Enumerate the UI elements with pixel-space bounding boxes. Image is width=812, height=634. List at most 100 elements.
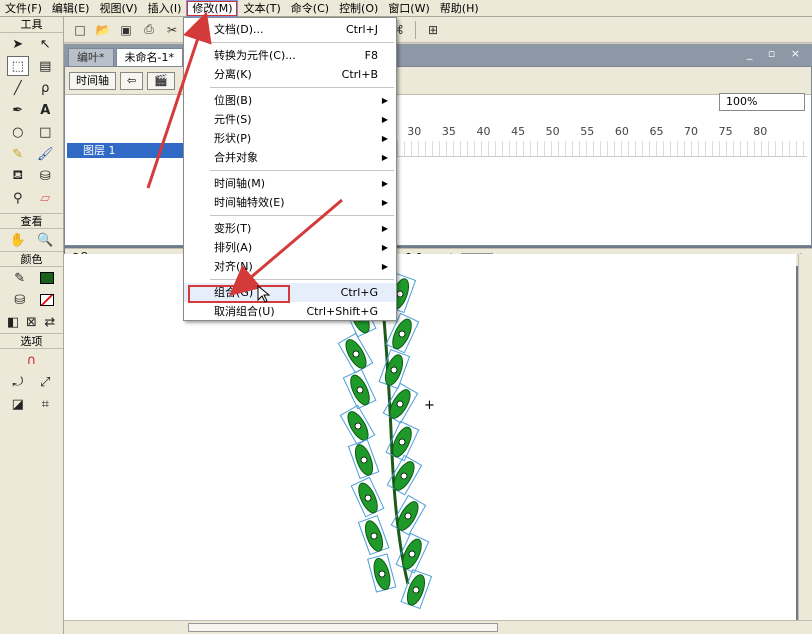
cut-icon[interactable]: ✂: [162, 20, 182, 40]
group-highlight-box: [188, 285, 290, 303]
free-transform-icon[interactable]: ⬚: [6, 56, 29, 76]
doc-tab-untitled[interactable]: 未命名-1*: [115, 48, 183, 66]
scale-icon[interactable]: ⤢: [34, 372, 56, 392]
ruler-tick: 75: [718, 125, 733, 138]
timeline-toggle-button[interactable]: 时间轴: [69, 71, 116, 90]
doc-tab-leaf[interactable]: 编叶*: [68, 48, 114, 66]
ruler-tick: 60: [614, 125, 629, 138]
distort-icon[interactable]: ◪: [7, 394, 29, 414]
eyedropper-icon[interactable]: ⚲: [7, 188, 29, 208]
eraser-icon[interactable]: ▱: [34, 188, 56, 208]
submenu-arrow-icon: ▶: [381, 224, 388, 233]
menu-document[interactable]: 文档(D)... Ctrl+J: [184, 20, 396, 39]
menu-timeline[interactable]: 时间轴(M) ▶: [184, 174, 396, 193]
no-color-icon[interactable]: ⊠: [22, 312, 40, 332]
pencil-icon[interactable]: ✎: [7, 144, 29, 164]
menu-file[interactable]: 文件(F): [0, 0, 47, 17]
swap-colors-icon[interactable]: ⇄: [41, 312, 59, 332]
menu-edit[interactable]: 编辑(E): [47, 0, 95, 17]
registration-point-icon: [356, 386, 364, 394]
menu-timeline-effects[interactable]: 时间轴特效(E) ▶: [184, 193, 396, 212]
options-section-label: 选项: [0, 333, 63, 349]
rotate-skew-icon[interactable]: ⤾: [7, 372, 29, 392]
registration-point-icon: [378, 570, 386, 578]
menu-break-apart[interactable]: 分离(K) Ctrl+B: [184, 65, 396, 84]
print-icon[interactable]: ⎙: [139, 20, 159, 40]
frame-cells[interactable]: [397, 141, 807, 157]
submenu-arrow-icon: ▶: [381, 115, 388, 124]
menu-commands[interactable]: 命令(C): [286, 0, 334, 17]
menu-help[interactable]: 帮助(H): [435, 0, 484, 17]
brush-icon[interactable]: 🖌: [34, 144, 56, 164]
align-icon[interactable]: ⊞: [423, 20, 443, 40]
horizontal-scrollbar[interactable]: [64, 620, 812, 634]
pen-tool-icon[interactable]: ✒: [7, 100, 29, 120]
zoom-select[interactable]: 100%: [719, 93, 805, 111]
menu-ungroup[interactable]: 取消组合(U) Ctrl+Shift+G: [184, 302, 396, 321]
menu-separator: [210, 42, 394, 43]
gradient-transform-icon[interactable]: ▤: [34, 56, 56, 76]
ruler-tick: 65: [649, 125, 664, 138]
oval-tool-icon[interactable]: ○: [7, 122, 29, 142]
hand-tool-icon[interactable]: ✋: [7, 230, 29, 250]
menu-view[interactable]: 视图(V): [94, 0, 142, 17]
envelope-icon[interactable]: ⌗: [34, 394, 56, 414]
default-colors-icon[interactable]: ◧: [4, 312, 22, 332]
fill-color-swatch[interactable]: [40, 294, 55, 306]
back-arrow-icon[interactable]: ⇦: [120, 71, 144, 90]
stroke-color-icon[interactable]: ✎: [9, 268, 31, 288]
view-section-label: 查看: [0, 213, 63, 229]
selection-arrow-icon[interactable]: ➤: [7, 34, 29, 54]
rectangle-tool-icon[interactable]: □: [34, 122, 56, 142]
submenu-arrow-icon: ▶: [381, 198, 388, 207]
main-toolbar: □ 📂 ▣ ⎙ ✂ ⌘ ⊞: [64, 17, 812, 43]
menu-transform[interactable]: 变形(T) ▶: [184, 219, 396, 238]
lasso-icon[interactable]: ρ: [34, 78, 56, 98]
magnet-snap-icon[interactable]: ∩: [21, 350, 43, 370]
menu-align[interactable]: 对齐(N) ▶: [184, 257, 396, 276]
menu-text[interactable]: 文本(T): [238, 0, 285, 17]
hscroll-thumb[interactable]: [188, 623, 498, 632]
ink-bottle-icon[interactable]: ⛾: [7, 166, 29, 186]
scene-icon[interactable]: 🎬: [147, 71, 175, 90]
vertical-scrollbar[interactable]: [798, 254, 812, 622]
open-folder-icon[interactable]: 📂: [93, 20, 113, 40]
fill-color-icon[interactable]: ⛁: [9, 290, 31, 310]
crosshair-icon: +: [424, 398, 435, 413]
zoom-tool-icon[interactable]: 🔍: [34, 230, 56, 250]
save-icon[interactable]: ▣: [116, 20, 136, 40]
registration-point-icon: [412, 586, 420, 594]
registration-point-icon: [398, 330, 406, 338]
menu-modify[interactable]: 修改(M): [186, 0, 239, 17]
registration-point-icon: [396, 400, 404, 408]
registration-point-icon: [408, 550, 416, 558]
submenu-arrow-icon: ▶: [381, 179, 388, 188]
registration-point-icon: [404, 512, 412, 520]
subselect-arrow-icon[interactable]: ↖: [34, 34, 56, 54]
menu-shape[interactable]: 形状(P) ▶: [184, 129, 396, 148]
menu-symbol[interactable]: 元件(S) ▶: [184, 110, 396, 129]
paint-bucket-icon[interactable]: ⛁: [34, 166, 56, 186]
new-file-icon[interactable]: □: [70, 20, 90, 40]
menu-combine-objects[interactable]: 合并对象 ▶: [184, 148, 396, 167]
registration-point-icon: [352, 350, 360, 358]
menu-bitmap[interactable]: 位图(B) ▶: [184, 91, 396, 110]
window-controls-icon[interactable]: _ ▫ ×: [747, 47, 806, 60]
colors-section-label: 颜色: [0, 251, 63, 267]
menu-window[interactable]: 窗口(W): [383, 0, 434, 17]
menu-insert[interactable]: 插入(I): [143, 0, 187, 17]
line-tool-icon[interactable]: ╱: [7, 78, 29, 98]
stroke-color-swatch[interactable]: [40, 272, 55, 284]
ruler-tick: 50: [545, 125, 560, 138]
menu-control[interactable]: 控制(O): [334, 0, 383, 17]
timeline-panel: 时间轴 ⇦ 🎬 100% 图层 1 30 35 40 45 50 55 60 6…: [64, 66, 812, 266]
timeline-bar: 时间轴 ⇦ 🎬: [65, 67, 811, 95]
stage-canvas[interactable]: +: [64, 254, 796, 622]
menu-convert-to-symbol[interactable]: 转换为元件(C)... F8: [184, 46, 396, 65]
layer-row[interactable]: 图层 1: [67, 143, 183, 158]
document-tabs: 编叶* 未命名-1*: [64, 44, 812, 66]
menu-arrange[interactable]: 排列(A) ▶: [184, 238, 396, 257]
text-tool-icon[interactable]: A: [34, 100, 56, 120]
registration-point-icon: [390, 366, 398, 374]
toolbar-divider: [415, 20, 416, 39]
